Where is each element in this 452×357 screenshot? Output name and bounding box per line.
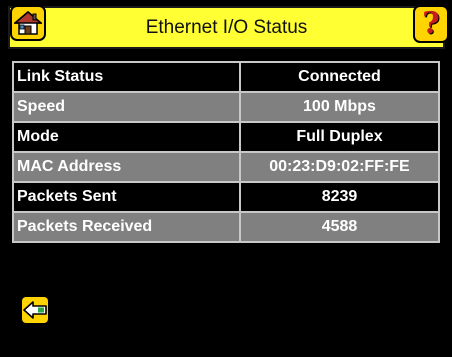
mac-address-label: MAC Address [12,151,241,183]
speed-label: Speed [12,91,241,123]
mode-value: Full Duplex [239,121,440,153]
packets-received-label: Packets Received [12,211,241,243]
home-button[interactable] [10,5,46,41]
page-title: Ethernet I/O Status [145,16,308,38]
mode-label: Mode [12,121,241,153]
help-icon: ? [422,6,440,41]
table-row: Mode Full Duplex [12,121,440,153]
table-row: Packets Received 4588 [12,211,440,243]
title-bar: Ethernet I/O Status [8,6,445,49]
packets-sent-label: Packets Sent [12,181,241,213]
packets-sent-value: 8239 [239,181,440,213]
ethernet-status-table: Link Status Connected Speed 100 Mbps Mod… [12,61,440,243]
table-row: Speed 100 Mbps [12,91,440,123]
table-row: Link Status Connected [12,61,440,93]
back-button[interactable] [20,295,50,325]
back-arrow-icon [23,301,47,319]
link-status-label: Link Status [12,61,241,93]
mac-address-value: 00:23:D9:02:FF:FE [239,151,440,183]
link-status-value: Connected [239,61,440,93]
help-button[interactable]: ? [413,5,449,43]
packets-received-value: 4588 [239,211,440,243]
table-row: Packets Sent 8239 [12,181,440,213]
speed-value: 100 Mbps [239,91,440,123]
table-row: MAC Address 00:23:D9:02:FF:FE [12,151,440,183]
home-icon [14,11,42,35]
